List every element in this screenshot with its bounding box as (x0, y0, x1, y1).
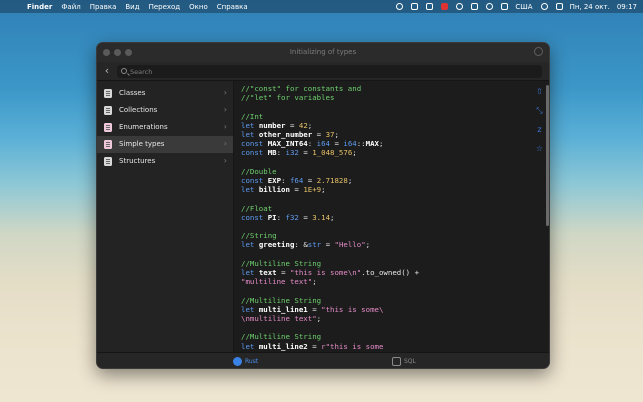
code-view[interactable]: //"const" for constants and //"let" for … (234, 81, 549, 352)
sidebar-item-collections[interactable]: Collections › (97, 102, 233, 119)
scrollbar[interactable] (546, 85, 549, 226)
sidebar-item-label: Classes (119, 89, 146, 97)
star-icon[interactable]: ☆ (535, 144, 544, 153)
menu-bar: Finder Файл Правка Вид Переход Окно Спра… (0, 0, 643, 13)
database-icon (392, 357, 401, 366)
tab-label: Rust (245, 358, 259, 365)
sidebar: Classes › Collections › Enumerations › S… (97, 81, 234, 352)
search-field[interactable] (117, 65, 542, 78)
vpn-icon[interactable] (396, 3, 404, 10)
sidebar-item-simple-types[interactable]: Simple types › (97, 136, 233, 153)
share-icon[interactable]: ⇧ (535, 87, 544, 96)
control-center-icon[interactable] (555, 3, 563, 10)
sidebar-item-structures[interactable]: Structures › (97, 153, 233, 170)
tab-rust[interactable]: Rust (233, 357, 273, 368)
tab-bar: Rust SQL (97, 352, 549, 368)
chevron-right-icon: › (223, 88, 227, 97)
menu-file[interactable]: Файл (61, 3, 80, 11)
sidebar-item-label: Enumerations (119, 123, 168, 131)
doc-icon (104, 123, 112, 132)
doc-icon (104, 106, 112, 115)
date-label[interactable]: Пн, 24 окт. (570, 3, 610, 11)
toolbar: ‹ (97, 62, 549, 81)
doc-icon (104, 89, 112, 98)
user-icon[interactable] (486, 3, 494, 10)
search-input[interactable] (130, 65, 530, 78)
menu-edit[interactable]: Правка (90, 3, 117, 11)
tab-label: SQL (404, 358, 416, 365)
back-chevron-icon[interactable]: ‹ (101, 65, 113, 77)
record-icon[interactable] (441, 3, 449, 10)
chevron-right-icon: › (223, 105, 227, 114)
rust-logo-icon (233, 357, 242, 366)
chevron-right-icon: › (223, 156, 227, 165)
menu-extra-icon[interactable] (411, 3, 419, 10)
clock[interactable]: 09:17 (617, 3, 637, 11)
menu-go[interactable]: Переход (149, 3, 181, 11)
mute-icon[interactable] (426, 3, 434, 10)
search-icon (121, 68, 127, 74)
wifi-icon[interactable] (456, 3, 464, 10)
title-bar: Initializing of types (97, 43, 549, 62)
tab-sql[interactable]: SQL (392, 357, 432, 368)
settings-icon[interactable] (534, 47, 543, 56)
sidebar-item-label: Collections (119, 106, 158, 114)
input-language[interactable]: США (515, 3, 532, 11)
app-window: Initializing of types ‹ Classes › Collec… (96, 42, 550, 369)
siri-icon[interactable] (540, 3, 548, 10)
keyboard-icon[interactable] (501, 3, 509, 10)
window-title: Initializing of types (289, 48, 357, 56)
doc-icon (104, 157, 112, 166)
sidebar-item-label: Simple types (119, 140, 165, 148)
sidebar-item-enumerations[interactable]: Enumerations › (97, 119, 233, 136)
code-block[interactable]: //"const" for constants and //"let" for … (241, 84, 419, 351)
sidebar-item-label: Structures (119, 157, 156, 165)
menu-window[interactable]: Окно (189, 3, 208, 11)
menu-help[interactable]: Справка (217, 3, 248, 11)
chevron-right-icon: › (223, 139, 227, 148)
bluetooth-icon[interactable] (471, 3, 479, 10)
sidebar-item-classes[interactable]: Classes › (97, 85, 233, 102)
status-area: США Пн, 24 окт. 09:17 (388, 0, 637, 13)
sort-icon[interactable]: z (535, 125, 544, 134)
menu-view[interactable]: Вид (125, 3, 139, 11)
menu-app-name[interactable]: Finder (27, 3, 52, 11)
fullscreen-icon[interactable]: ⤡ (535, 106, 544, 115)
chevron-right-icon: › (223, 122, 227, 131)
doc-icon (104, 140, 112, 149)
